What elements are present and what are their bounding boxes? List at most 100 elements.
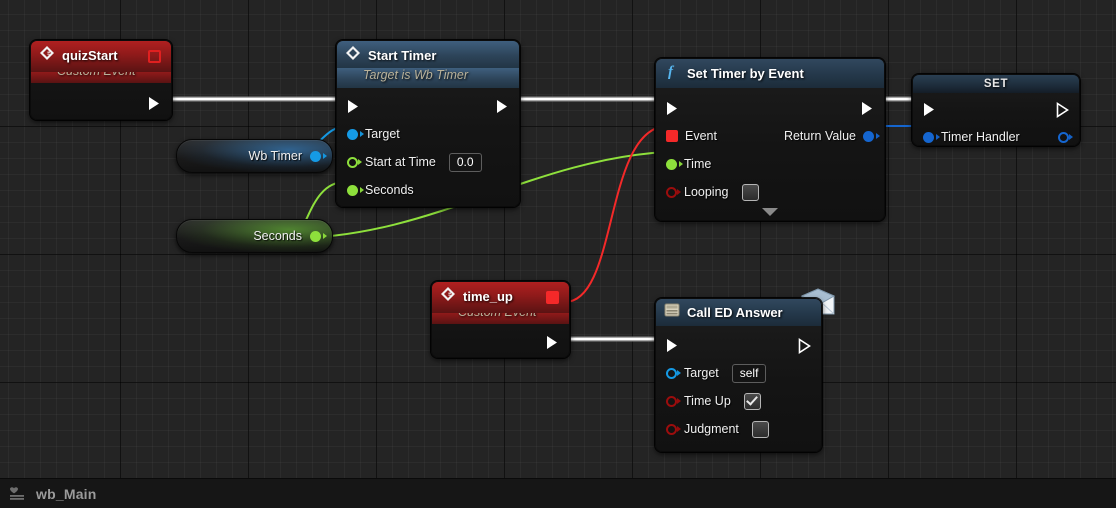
node-subtitle: Target is Wb Timer — [337, 68, 519, 88]
node-header: Start Timer — [337, 41, 519, 68]
pin-label-return-value: Return Value — [783, 129, 856, 143]
target-pin[interactable] — [347, 128, 358, 140]
exec-in-pin[interactable] — [666, 338, 679, 353]
pin-row-target: Target — [337, 120, 519, 148]
pin-row-target: Target self — [656, 359, 821, 387]
exec-out-pin[interactable] — [496, 99, 509, 114]
time-up-pin[interactable] — [666, 395, 677, 407]
seconds-output-pin[interactable] — [310, 230, 321, 242]
delegate-output-pin[interactable] — [546, 291, 559, 309]
node-quiz-start[interactable]: quizStart Custom Event — [30, 40, 172, 120]
wb-timer-output-pin[interactable] — [310, 150, 321, 162]
exec-out-pin[interactable] — [148, 96, 161, 111]
breadcrumb-label[interactable]: wb_Main — [36, 486, 97, 502]
pin-row-judgment: Judgment — [656, 415, 821, 443]
node-wb-timer-getter[interactable]: Wb Timer — [176, 139, 333, 173]
pin-row-looping: Looping — [656, 178, 884, 206]
timer-handler-input-pin[interactable] — [923, 131, 934, 143]
pin-label-time: Time — [684, 157, 712, 171]
delegate-pin-glyph — [546, 291, 559, 304]
variable-label: Seconds — [253, 229, 302, 243]
exec-in-pin[interactable] — [347, 99, 360, 114]
pin-label-time-up: Time Up — [684, 394, 731, 408]
node-pins: Target Start at Time 0.0 Seconds — [337, 88, 519, 206]
pin-row-exec — [656, 94, 884, 122]
exec-out-pin[interactable] — [861, 101, 874, 116]
exec-in-pin[interactable] — [666, 101, 679, 116]
pin-label-start-at-time: Start at Time — [365, 155, 436, 169]
time-up-checkbox[interactable] — [743, 392, 761, 410]
function-diamond-icon — [346, 46, 360, 60]
pin-row-exec-out — [31, 89, 171, 117]
time-pin[interactable] — [666, 158, 677, 170]
pin-label-target: Target — [684, 366, 719, 380]
pin-row-seconds: Seconds — [337, 176, 519, 204]
node-set-timer-by-event[interactable]: f Set Timer by Event Event Return Value … — [655, 58, 885, 221]
pin-row-exec — [337, 92, 519, 120]
node-pins — [432, 324, 569, 357]
node-pins — [31, 83, 171, 119]
event-diamond-icon — [40, 46, 54, 60]
pin-row-start-at-time: Start at Time 0.0 — [337, 148, 519, 176]
node-start-timer[interactable]: Start Timer Target is Wb Timer Target St… — [336, 40, 520, 207]
delegate-output-pin[interactable] — [148, 50, 161, 68]
node-title: SET — [983, 78, 1009, 90]
pin-row-timer-handler: Timer Handler — [913, 123, 1079, 145]
pin-row-time: Time — [656, 150, 884, 178]
pin-label-timer-handler: Timer Handler — [941, 130, 1020, 144]
node-header: f Set Timer by Event — [656, 59, 884, 88]
pin-row-exec — [913, 95, 1079, 123]
looping-pin[interactable] — [666, 186, 677, 198]
function-f-icon: f — [668, 64, 675, 80]
pin-label-target: Target — [365, 127, 400, 141]
pin-row-exec-out — [432, 328, 569, 356]
node-pins: Timer Handler — [913, 93, 1079, 145]
looping-checkbox[interactable] — [741, 183, 759, 201]
return-value-pin[interactable] — [863, 130, 874, 142]
judgment-checkbox[interactable] — [751, 420, 769, 438]
node-seconds-getter[interactable]: Seconds — [176, 219, 333, 253]
pin-label-event: Event — [685, 129, 717, 143]
pin-row-exec — [656, 331, 821, 359]
node-pins: Event Return Value Time Looping — [656, 88, 884, 220]
target-pin[interactable] — [666, 367, 677, 379]
pin-label-looping: Looping — [684, 185, 729, 199]
exec-out-pin[interactable] — [546, 335, 559, 350]
status-bar: wb_Main — [0, 478, 1116, 508]
pin-label-seconds: Seconds — [365, 183, 414, 197]
delegate-pin-glyph — [148, 50, 161, 63]
node-call-ed-answer[interactable]: Call ED Answer Target self Time Up Judgm… — [655, 298, 822, 452]
pin-row-event-return: Event Return Value — [656, 122, 884, 150]
target-value[interactable]: self — [731, 363, 767, 383]
pin-row-time-up: Time Up — [656, 387, 821, 415]
seconds-pin[interactable] — [347, 184, 358, 196]
node-title: Start Timer — [368, 48, 437, 63]
node-header: SET — [913, 75, 1079, 93]
graph-hierarchy-icon — [10, 486, 24, 500]
start-at-time-input[interactable]: 0.0 — [448, 152, 482, 172]
node-time-up[interactable]: time_up Custom Event — [431, 281, 570, 358]
timer-handler-output-pin[interactable] — [1058, 131, 1069, 143]
pin-label-judgment: Judgment — [684, 422, 739, 436]
svg-text:f: f — [668, 64, 675, 79]
blueprint-editor-window: quizStart Custom Event — [0, 0, 1116, 508]
judgment-pin[interactable] — [666, 423, 677, 435]
node-call-ed-answer-wrapper: Call ED Answer Target self Time Up Judgm… — [655, 288, 851, 460]
exec-in-pin[interactable] — [923, 102, 936, 117]
node-title: Set Timer by Event — [687, 66, 804, 81]
start-at-time-pin[interactable] — [347, 156, 358, 168]
node-title: quizStart — [62, 48, 118, 63]
event-pin[interactable] — [666, 130, 678, 142]
exec-out-pin[interactable] — [798, 337, 811, 354]
node-header: Call ED Answer — [656, 299, 821, 326]
dispatcher-icon — [664, 303, 680, 317]
expand-node-arrow[interactable] — [656, 204, 884, 220]
wire-timeup-delegate-to-event[interactable] — [564, 125, 666, 303]
exec-out-pin[interactable] — [1056, 101, 1069, 118]
variable-label: Wb Timer — [248, 149, 302, 163]
node-set-timer-handler[interactable]: SET Timer Handler — [912, 74, 1080, 146]
node-pins: Target self Time Up Judgment — [656, 326, 821, 451]
node-title: Call ED Answer — [687, 305, 783, 320]
node-title: time_up — [463, 289, 513, 304]
blueprint-graph-canvas[interactable]: quizStart Custom Event — [0, 0, 1116, 478]
